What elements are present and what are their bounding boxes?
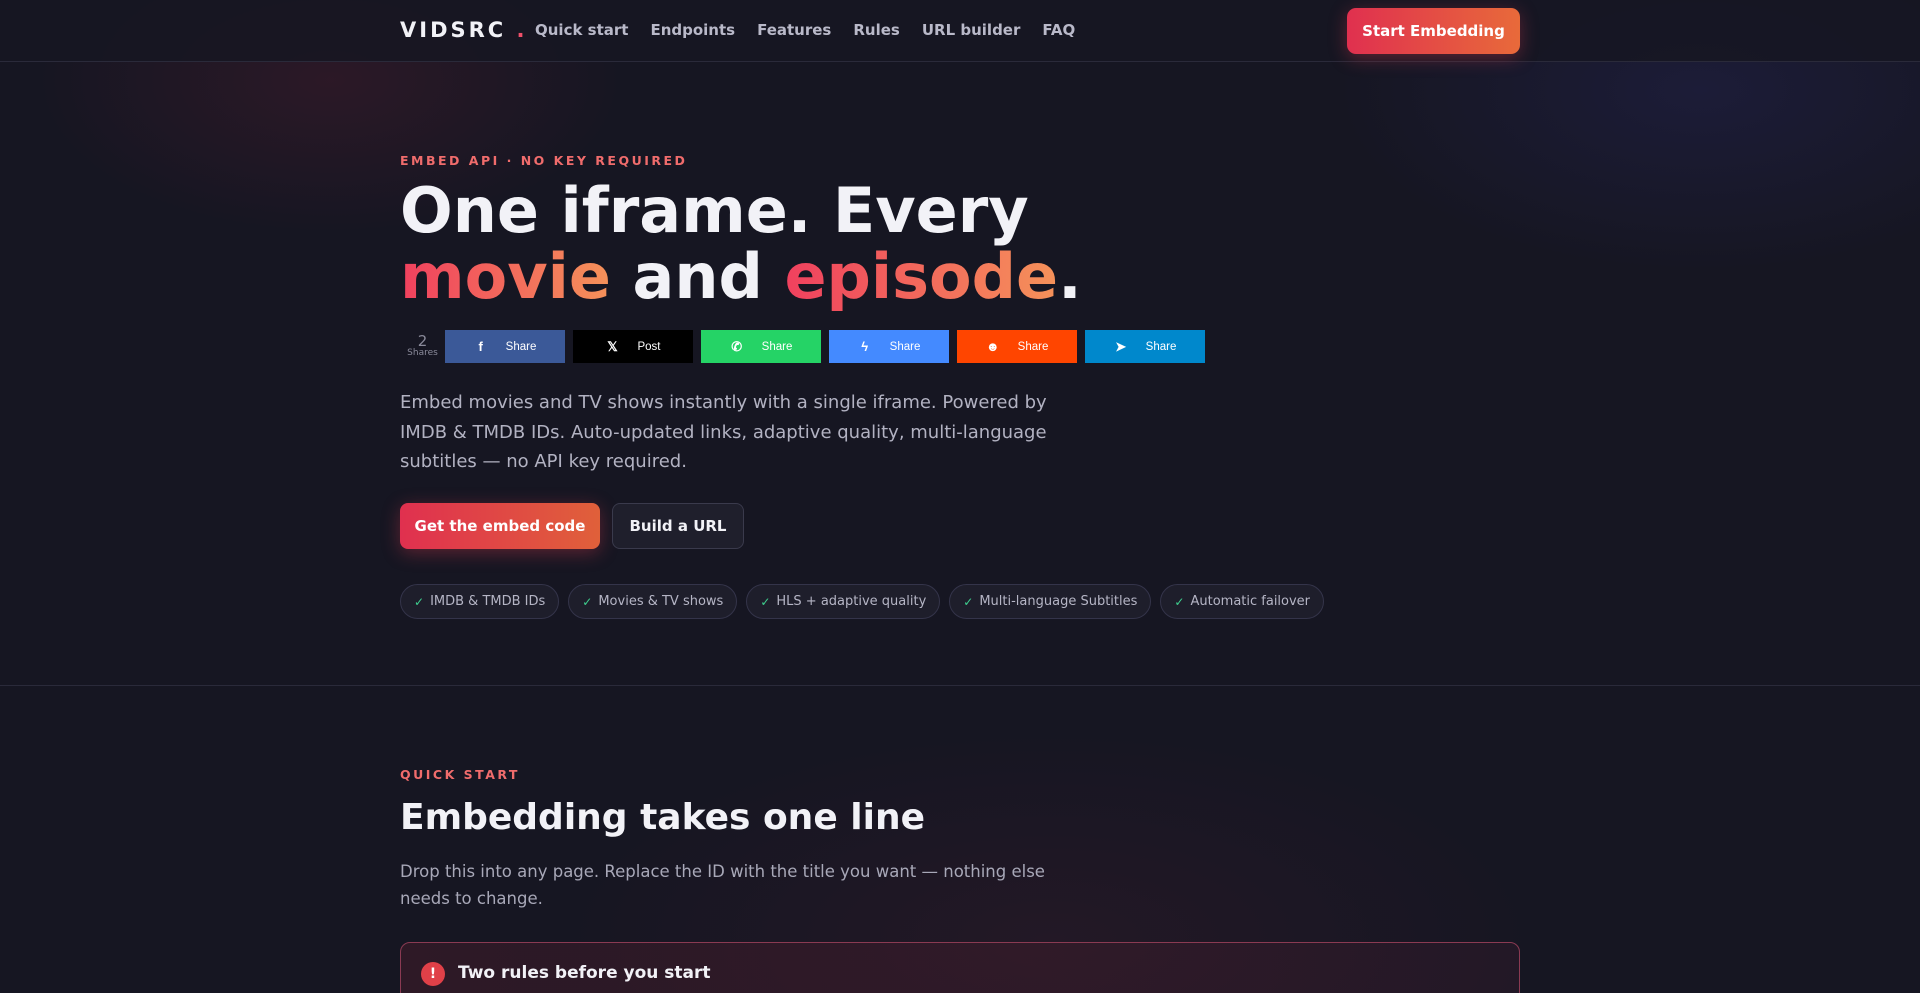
background-glow — [0, 0, 1920, 993]
whatsapp-icon: ✆ — [731, 338, 743, 354]
feature-pill-label: Automatic failover — [1190, 594, 1311, 609]
telegram-share-button[interactable]: ➤ Share — [1085, 330, 1205, 363]
check-icon: ✓ — [414, 594, 425, 609]
x-post-button[interactable]: 𝕏 Post — [573, 330, 693, 363]
reddit-share-button[interactable]: ☻ Share — [957, 330, 1077, 363]
telegram-share-label: Share — [1145, 340, 1177, 353]
check-icon: ✓ — [760, 594, 771, 609]
share-count: 2 Shares — [400, 331, 445, 359]
reddit-icon: ☻ — [985, 339, 1000, 354]
nav-link-faq[interactable]: FAQ — [1042, 21, 1075, 39]
check-icon: ✓ — [963, 594, 974, 609]
messenger-share-label: Share — [889, 340, 921, 353]
nav-link-url-builder[interactable]: URL builder — [922, 21, 1021, 39]
x-icon: 𝕏 — [607, 338, 618, 354]
whatsapp-share-label: Share — [761, 340, 793, 353]
hero-title-line1: One iframe. Every — [400, 174, 1029, 247]
feature-pill: ✓ Movies & TV shows — [568, 584, 738, 619]
hero-description: Embed movies and TV shows instantly with… — [400, 392, 1047, 472]
nav-links: Quick start Endpoints Features Rules URL… — [535, 21, 1075, 39]
facebook-icon: f — [478, 339, 483, 354]
logo-text: VIDSRC — [400, 18, 507, 42]
feature-pill: ✓ Automatic failover — [1160, 584, 1325, 619]
rules-title: Two rules before you start — [458, 963, 711, 983]
share-bar: 2 Shares f Share 𝕏 Post ✆ Share ϟ Share … — [400, 330, 1213, 363]
feature-pill-label: Movies & TV shows — [598, 594, 724, 609]
whatsapp-share-button[interactable]: ✆ Share — [701, 330, 821, 363]
start-embedding-button[interactable]: Start Embedding — [1347, 8, 1520, 54]
hero-title-and: and — [610, 240, 785, 313]
share-count-label: Shares — [407, 347, 438, 358]
check-icon: ✓ — [582, 594, 593, 609]
feature-pill-label: IMDB & TMDB IDs — [430, 594, 546, 609]
logo[interactable]: VIDSRC . — [400, 18, 528, 42]
logo-dot: . — [516, 18, 528, 42]
hero-title-episode: episode — [784, 240, 1059, 313]
quick-start-title: Embedding takes one line — [400, 797, 925, 838]
hero-title-period: . — [1058, 240, 1082, 313]
messenger-icon: ϟ — [861, 339, 869, 354]
warning-icon: ! — [421, 962, 445, 986]
telegram-icon: ➤ — [1115, 338, 1127, 354]
rules-callout: ! Two rules before you start — [400, 942, 1520, 993]
get-embed-code-button[interactable]: Get the embed code — [400, 503, 600, 549]
feature-pill: ✓ HLS + adaptive quality — [746, 584, 941, 619]
reddit-share-label: Share — [1017, 340, 1049, 353]
facebook-share-label: Share — [505, 340, 537, 353]
facebook-share-button[interactable]: f Share — [445, 330, 565, 363]
nav-link-rules[interactable]: Rules — [853, 21, 899, 39]
share-count-number: 2 — [417, 331, 428, 350]
nav-link-endpoints[interactable]: Endpoints — [650, 21, 735, 39]
feature-pill-label: HLS + adaptive quality — [776, 594, 927, 609]
nav-link-features[interactable]: Features — [757, 21, 831, 39]
feature-pill-label: Multi-language Subtitles — [979, 594, 1138, 609]
hero-eyebrow: EMBED API · NO KEY REQUIRED — [400, 153, 688, 168]
section-divider — [0, 685, 1920, 686]
quick-start-description: Drop this into any page. Replace the ID … — [400, 862, 1045, 908]
quick-start-eyebrow: QUICK START — [400, 767, 520, 782]
hero-title-movie: movie — [400, 240, 611, 313]
feature-pill: ✓ Multi-language Subtitles — [949, 584, 1152, 619]
top-nav: VIDSRC . Quick start Endpoints Features … — [0, 0, 1920, 62]
nav-link-quick-start[interactable]: Quick start — [535, 21, 628, 39]
messenger-share-button[interactable]: ϟ Share — [829, 330, 949, 363]
build-url-button[interactable]: Build a URL — [612, 503, 744, 549]
feature-pills: ✓ IMDB & TMDB IDs ✓ Movies & TV shows ✓ HLS… — [400, 584, 1325, 619]
hero-title: One iframe. Every movie and episode. — [400, 178, 1082, 310]
check-icon: ✓ — [1174, 594, 1185, 609]
x-post-label: Post — [637, 340, 661, 353]
feature-pill: ✓ IMDB & TMDB IDs — [400, 584, 560, 619]
